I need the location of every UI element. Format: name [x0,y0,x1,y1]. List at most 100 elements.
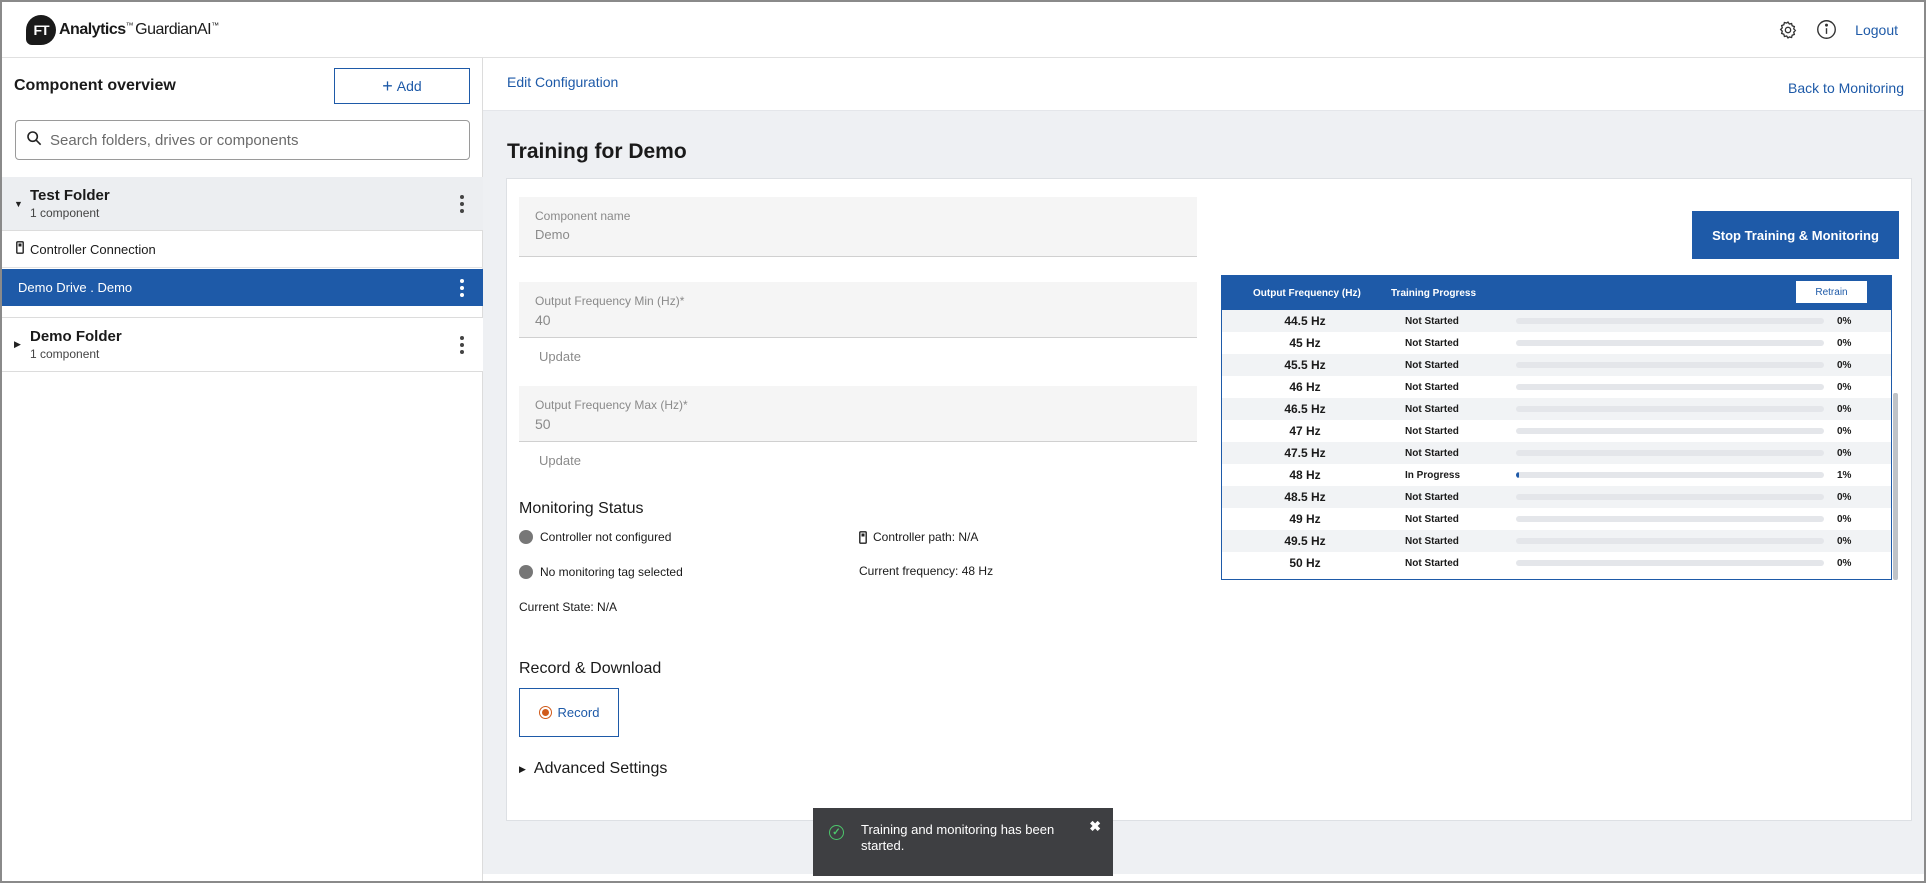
row-status: Not Started [1405,337,1459,349]
table-scrollbar[interactable] [1893,393,1898,580]
caret-down-icon[interactable]: ▼ [14,199,28,209]
progress-bar [1516,428,1824,434]
row-percent: 0% [1837,315,1852,327]
close-icon[interactable]: ✖ [1089,818,1101,834]
tag-status: No monitoring tag selected [519,565,683,579]
freq-min-field[interactable]: Output Frequency Min (Hz)* 40 [519,282,1197,338]
row-status: Not Started [1405,447,1459,459]
row-percent: 0% [1837,557,1852,569]
toast-notification: ✓ Training and monitoring has been start… [813,808,1113,876]
logo-brand: Analytics [59,20,126,38]
row-status: Not Started [1405,513,1459,525]
controller-connection-label: Controller Connection [30,241,156,257]
monitoring-status-title: Monitoring Status [519,500,644,517]
row-percent: 1% [1837,469,1852,481]
logo-text: Analytics™ GuardianAI™ [59,21,219,39]
row-status: Not Started [1405,425,1459,437]
search-icon [26,130,42,151]
kebab-icon[interactable] [459,193,465,214]
progress-bar [1516,406,1824,412]
retrain-button[interactable]: Retrain [1796,281,1867,303]
sidebar-title: Component overview [14,77,176,94]
logo-tm: ™ [125,20,134,30]
back-to-monitoring-link[interactable]: Back to Monitoring [1788,80,1904,96]
table-row: 49.5 Hz Not Started 0% [1222,530,1891,552]
row-percent: 0% [1837,359,1852,371]
status-dot-icon [519,565,533,579]
row-frequency: 49.5 Hz [1284,534,1326,548]
row-percent: 0% [1837,513,1852,525]
row-frequency: 49 Hz [1289,512,1321,526]
row-status: Not Started [1405,315,1459,327]
controller-status: Controller not configured [519,530,671,544]
header-actions: Logout [1761,19,1898,41]
info-icon[interactable] [1815,19,1837,41]
advanced-settings-toggle[interactable]: ▶ Advanced Settings [519,760,667,778]
row-frequency: 47.5 Hz [1284,446,1326,460]
update-min-button[interactable]: Update [539,349,581,364]
folder-text: Demo Folder 1 component [30,328,122,361]
row-percent: 0% [1837,535,1852,547]
caret-right-icon: ▶ [519,763,526,774]
freq-max-field[interactable]: Output Frequency Max (Hz)* 50 [519,386,1197,442]
row-percent: 0% [1837,381,1852,393]
table-row: 44.5 Hz Not Started 0% [1222,310,1891,332]
folder-demo[interactable]: ▶ Demo Folder 1 component [2,317,483,372]
progress-bar [1516,318,1824,324]
sidebar: Component overview + Add ▼ Test Folder 1… [2,58,483,881]
folder-name: Test Folder [30,187,110,204]
kebab-icon[interactable] [459,334,465,355]
search-input[interactable] [50,131,469,149]
row-percent: 0% [1837,425,1852,437]
update-max-button[interactable]: Update [539,453,581,468]
check-icon: ✓ [829,825,844,840]
progress-bar [1516,494,1824,500]
folder-test[interactable]: ▼ Test Folder 1 component [2,177,483,231]
row-percent: 0% [1837,403,1852,415]
progress-bar [1516,516,1824,522]
table-row: 46 Hz Not Started 0% [1222,376,1891,398]
main-toolbar: Edit Configuration Back to Monitoring [483,58,1924,111]
folder-count: 1 component [30,206,100,220]
field-value: 50 [535,416,551,432]
record-button[interactable]: Record [519,688,619,737]
row-status: Not Started [1405,491,1459,503]
row-status: In Progress [1405,469,1461,481]
gear-icon[interactable] [1777,19,1799,41]
row-frequency: 48 Hz [1289,468,1321,482]
controller-icon [859,530,867,544]
add-button[interactable]: + Add [334,68,470,104]
add-button-label: Add [396,78,422,94]
progress-bar [1516,340,1824,346]
drive-item-selected[interactable]: Demo Drive . Demo [2,269,483,306]
table-row: 47.5 Hz Not Started 0% [1222,442,1891,464]
field-label: Output Frequency Max (Hz)* [535,398,688,412]
folder-name: Demo Folder [30,328,122,345]
table-row: 45.5 Hz Not Started 0% [1222,354,1891,376]
app-header: FT Analytics™ GuardianAI™ Logout [2,2,1924,58]
field-value: Demo [535,227,570,242]
app-logo[interactable]: FT Analytics™ GuardianAI™ [26,14,219,45]
advanced-settings-label: Advanced Settings [533,760,668,777]
progress-bar [1516,538,1824,544]
page-title: Training for Demo [507,140,687,163]
record-label: Record [557,705,600,720]
logo-product-tm: ™ [211,20,219,30]
row-frequency: 50 Hz [1289,556,1321,570]
current-state: Current State: N/A [519,600,618,614]
edit-configuration-link[interactable]: Edit Configuration [507,74,618,90]
row-status: Not Started [1405,403,1459,415]
caret-right-icon[interactable]: ▶ [14,339,28,350]
controller-path-text: Controller path: N/A [873,530,979,544]
table-body: 44.5 Hz Not Started 0% 45 Hz Not Started 0% 45… [1222,310,1891,574]
row-status: Not Started [1405,535,1459,547]
progress-bar [1516,362,1824,368]
field-value: 40 [535,312,551,328]
logout-link[interactable]: Logout [1855,22,1898,38]
record-download-title: Record & Download [519,660,662,677]
controller-connection-item[interactable]: Controller Connection [2,231,483,268]
kebab-icon[interactable] [459,277,465,298]
stop-training-button[interactable]: Stop Training & Monitoring [1692,211,1899,259]
row-status: Not Started [1405,381,1459,393]
progress-bar [1516,450,1824,456]
